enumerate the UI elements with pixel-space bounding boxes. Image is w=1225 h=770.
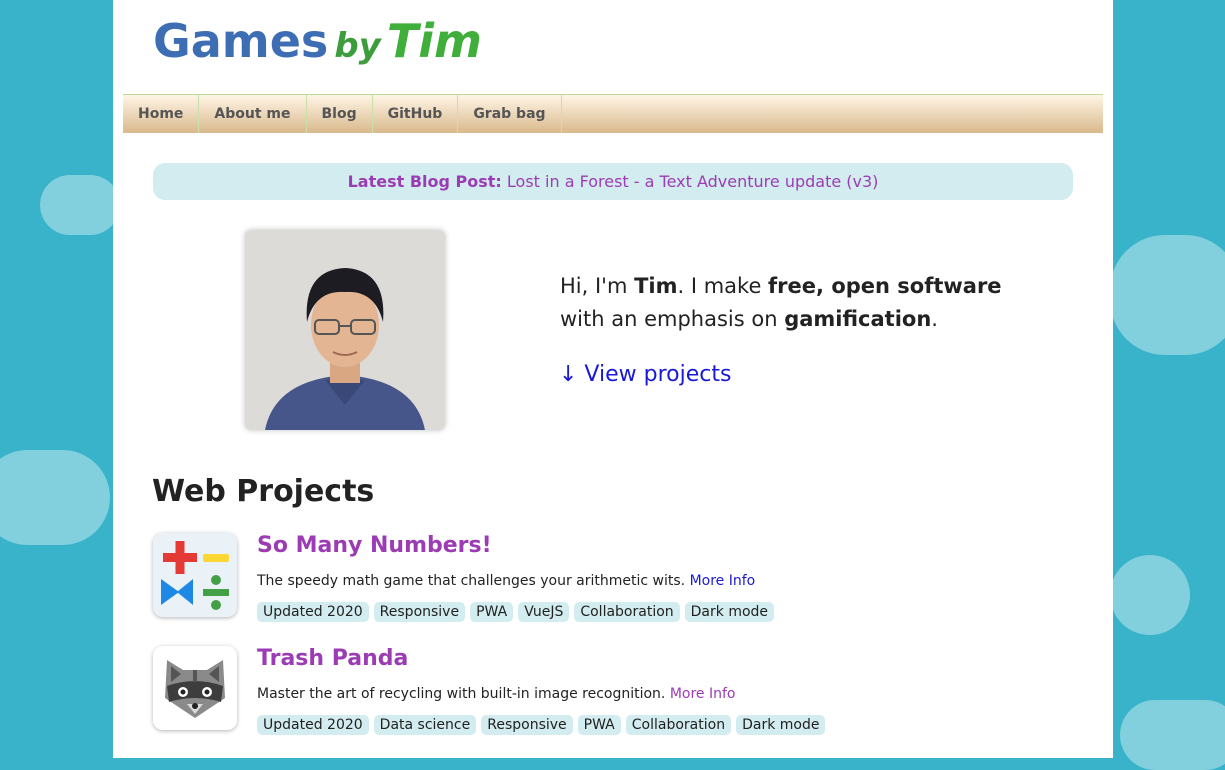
page-container: Games by Tim Home About me Blog GitHub Gra… [113,0,1113,758]
nav-item-about-me[interactable]: About me [199,95,307,133]
cloud-decoration [1120,700,1225,770]
intro-emphasis-1: free, open software [768,274,1002,298]
intro-line-2: with an emphasis on gamification. [560,303,1002,336]
tag-badge: PWA [470,602,514,622]
nav-item-home[interactable]: Home [123,95,200,133]
banner-label: Latest Blog Post: [347,172,502,191]
tag-badge: Dark mode [736,715,826,735]
math-operators-icon[interactable] [153,533,237,617]
project-description: Master the art of recycling with built-i… [257,686,736,702]
project-tags: Updated 2020 Responsive PWA VueJS Collab… [257,602,775,622]
project-description: The speedy math game that challenges you… [257,573,755,589]
logo-word-games: Games [153,14,329,68]
intro-part-3: with an emphasis on [560,307,785,331]
tag-badge: Collaboration [574,602,680,622]
intro-part-1: Hi, I'm [560,274,635,298]
tag-badge: Responsive [481,715,573,735]
nav-item-github[interactable]: GitHub [373,95,459,133]
intro-text: Hi, I'm Tim. I make free, open software … [560,270,1002,336]
project-card: Trash Panda Master the art of recycling … [153,646,1083,736]
site-logo[interactable]: Games by Tim [153,14,482,68]
tag-badge: Collaboration [625,715,732,735]
project-title-so-many-numbers[interactable]: So Many Numbers! [257,533,492,558]
project-tags: Updated 2020 Data science Responsive PWA… [257,715,826,735]
section-title: Web Projects [152,474,375,509]
cloud-decoration [0,450,110,545]
logo-word-by: by [334,26,381,66]
project-description-text: The speedy math game that challenges you… [257,573,686,589]
intro-emphasis-2: gamification [784,307,932,331]
view-projects-link[interactable]: ↓ View projects [559,362,731,387]
nav-item-grab-bag[interactable]: Grab bag [458,95,562,133]
intro-name: Tim [634,274,678,298]
logo-word-tim: Tim [386,14,482,68]
profile-photo [245,230,445,430]
latest-post-banner: Latest Blog Post: Lost in a Forest - a T… [153,163,1073,200]
tag-badge: VueJS [518,602,570,622]
intro-part-2: . I make [677,274,769,298]
intro-part-4: . [931,307,938,331]
cloud-decoration [1110,235,1225,355]
project-description-text: Master the art of recycling with built-i… [257,686,666,702]
main-nav: Home About me Blog GitHub Grab bag [123,94,1103,133]
tag-badge: Updated 2020 [257,602,369,622]
tag-badge: PWA [577,715,621,735]
more-info-link[interactable]: More Info [670,686,736,702]
tag-badge: Updated 2020 [257,715,369,735]
tag-badge: Data science [373,715,477,735]
more-info-link[interactable]: More Info [690,573,756,589]
nav-item-blog[interactable]: Blog [307,95,373,133]
intro-line-1: Hi, I'm Tim. I make free, open software [560,270,1002,303]
tag-badge: Dark mode [684,602,775,622]
latest-post-link[interactable]: Lost in a Forest - a Text Adventure upda… [507,172,879,191]
project-title-trash-panda[interactable]: Trash Panda [257,646,408,671]
cloud-decoration [1110,555,1190,635]
project-card: So Many Numbers! The speedy math game th… [153,533,1083,623]
profile-photo-image [245,230,445,430]
tag-badge: Responsive [373,602,466,622]
raccoon-icon[interactable] [153,646,237,730]
cloud-decoration [40,175,120,235]
